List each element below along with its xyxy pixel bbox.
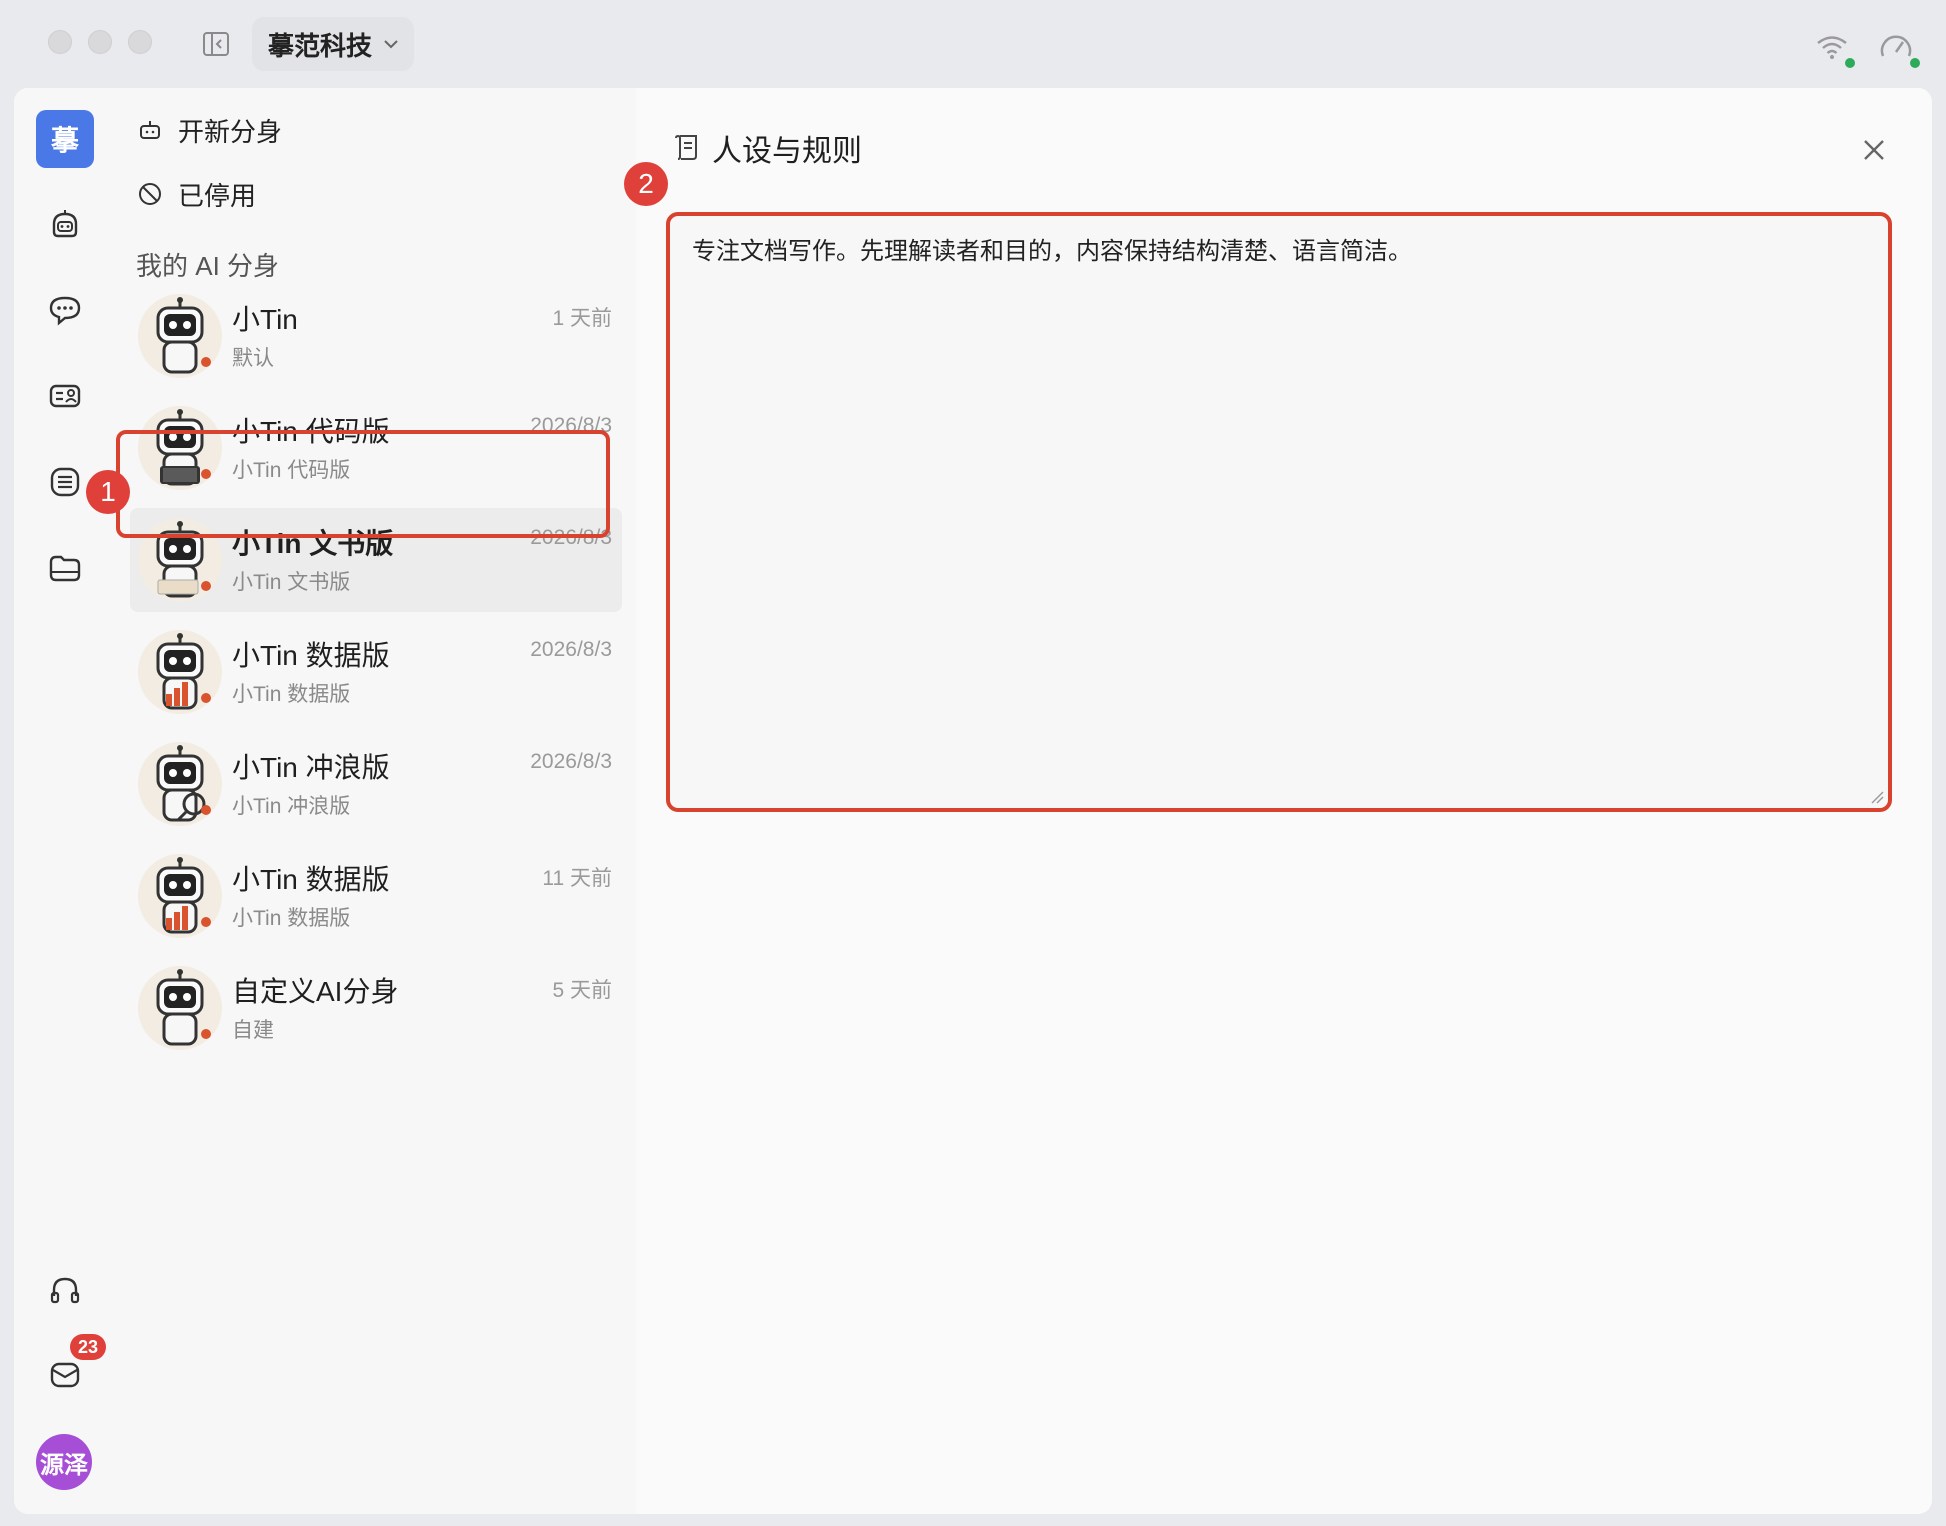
resize-grip-icon[interactable] <box>1870 790 1884 804</box>
agent-avatar <box>138 294 222 378</box>
agent-list-item[interactable]: 小Tin 冲浪版 小Tin 冲浪版 2026/8/3 <box>130 732 622 836</box>
step-marker-2: 2 <box>624 162 668 206</box>
agent-timestamp: 5 天前 <box>552 979 612 1002</box>
wifi-status-dot <box>1845 58 1855 68</box>
contact-card-icon[interactable] <box>47 378 83 414</box>
agent-list-item[interactable]: 小Tin 默认 1 天前 <box>130 284 622 388</box>
agent-avatar <box>138 966 222 1050</box>
headset-icon[interactable] <box>47 1272 83 1308</box>
window-close-button[interactable] <box>48 30 72 54</box>
robot-icon[interactable] <box>47 206 83 242</box>
agent-name: 自定义AI分身 <box>232 976 399 1007</box>
disabled-clones-button[interactable]: 已停用 <box>136 174 256 214</box>
agent-timestamp: 11 天前 <box>542 867 612 890</box>
selection-highlight-box <box>116 430 610 538</box>
agent-subtitle: 小Tin 冲浪版 <box>232 795 351 818</box>
mail-unread-badge: 23 <box>70 1334 106 1360</box>
agent-name: 小Tin <box>232 304 298 335</box>
app-window: 摹 23 源泽 开新分身 已停用 我的 AI 分身 小Tin 默认 1 天前 小… <box>14 88 1932 1514</box>
agent-timestamp: 1 天前 <box>552 307 612 330</box>
agent-name: 小Tin 数据版 <box>232 864 390 895</box>
agent-avatar <box>138 630 222 714</box>
icon-rail: 摹 23 源泽 <box>14 88 117 1514</box>
window-zoom-button[interactable] <box>128 30 152 54</box>
disabled-label: 已停用 <box>178 180 257 211</box>
user-avatar[interactable]: 源泽 <box>36 1434 92 1490</box>
close-icon[interactable] <box>1860 136 1888 164</box>
agent-subtitle: 默认 <box>232 347 274 370</box>
speed-status-dot <box>1910 58 1920 68</box>
title-bar: 摹范科技 <box>0 0 1946 88</box>
disabled-icon <box>139 183 161 205</box>
org-name: 摹范科技 <box>268 30 373 61</box>
window-minimize-button[interactable] <box>88 30 112 54</box>
agent-subtitle: 小Tin 数据版 <box>232 683 351 706</box>
agent-subtitle: 自建 <box>232 1019 274 1042</box>
persona-rules-textarea[interactable]: 专注文档写作。先理解读者和目的，内容保持结构清楚、语言简洁。 <box>666 212 1892 812</box>
step-marker-1: 1 <box>86 470 130 514</box>
new-clone-label: 开新分身 <box>178 116 283 147</box>
sidebar-toggle-icon[interactable] <box>200 28 232 60</box>
chat-bubble-icon[interactable] <box>47 292 83 328</box>
workspace-logo[interactable]: 摹 <box>36 110 94 168</box>
agent-timestamp: 2026/8/3 <box>530 638 612 661</box>
agent-avatar <box>138 854 222 938</box>
robot-add-icon <box>140 121 160 139</box>
mail-icon[interactable] <box>47 1356 83 1392</box>
document-list-icon[interactable] <box>47 464 83 500</box>
section-title: 我的 AI 分身 <box>136 251 280 281</box>
persona-text[interactable]: 专注文档写作。先理解读者和目的，内容保持结构清楚、语言简洁。 <box>692 234 1866 270</box>
agent-name: 小Tin 冲浪版 <box>232 752 390 783</box>
agent-list-item[interactable]: 小Tin 数据版 小Tin 数据版 2026/8/3 <box>130 620 622 724</box>
agent-list-item[interactable]: 小Tin 数据版 小Tin 数据版 11 天前 <box>130 844 622 948</box>
agent-subtitle: 小Tin 文书版 <box>232 571 351 594</box>
ai-clone-list-panel: 开新分身 已停用 我的 AI 分身 小Tin 默认 1 天前 小Tin 代码版 小Tin… <box>116 88 637 1514</box>
agent-list-item[interactable]: 自定义AI分身自建 5 天前 <box>130 956 622 1060</box>
persona-detail-panel: 人设与规则 专注文档写作。先理解读者和目的，内容保持结构清楚、语言简洁。 <box>636 88 1932 1514</box>
chevron-down-icon <box>384 40 398 49</box>
agent-name: 小Tin 数据版 <box>232 640 390 671</box>
new-clone-button[interactable]: 开新分身 <box>136 110 282 150</box>
agent-subtitle: 小Tin 数据版 <box>232 907 351 930</box>
org-switcher[interactable]: 摹范科技 <box>252 17 414 71</box>
folder-icon[interactable] <box>47 550 83 586</box>
agent-avatar <box>138 742 222 826</box>
agent-timestamp: 2026/8/3 <box>530 750 612 773</box>
detail-title: 人设与规则 <box>712 135 862 168</box>
scroll-document-icon <box>675 134 697 160</box>
